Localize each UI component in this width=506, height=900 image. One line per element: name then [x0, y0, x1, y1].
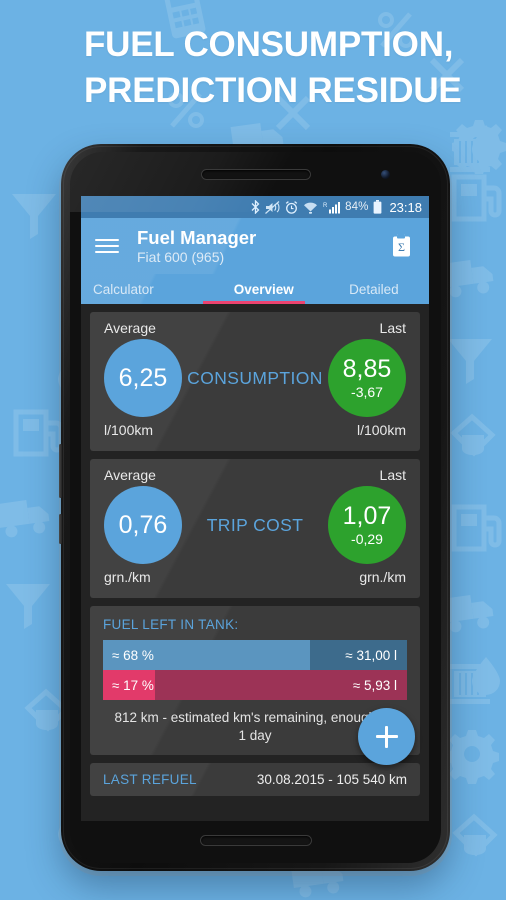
hamburger-menu-icon[interactable]: [95, 239, 119, 253]
consumption-average-bubble: 6,25: [104, 339, 182, 417]
tab-bar: Calculator Overview Detailed: [81, 274, 429, 304]
trip-cost-last-value: 1,07: [342, 502, 392, 530]
plus-icon: [375, 725, 398, 748]
trip-cost-last-unit: grn./km: [359, 569, 406, 585]
fuel-level-bar-primary: ≈ 68 % ≈ 31,00 l: [103, 640, 407, 670]
promo-banner: FUEL CONSUMPTION, PREDICTION RESIDUE R 8…: [0, 0, 506, 900]
status-bar-clock: 23:18: [389, 199, 422, 215]
app-bar: Fuel Manager Fiat 600 (965) Σ: [81, 218, 429, 274]
volume-muted-vibrate-icon: [265, 200, 280, 214]
consumption-average-label: Average: [104, 320, 156, 336]
trip-cost-title: TRIP COST: [206, 514, 304, 535]
svg-text:R: R: [323, 203, 328, 209]
status-bar: R 84% 23:18: [81, 196, 429, 218]
consumption-average-unit: l/100km: [104, 422, 154, 438]
fuel-level-bar-secondary: ≈ 17 % ≈ 5,93 l: [103, 670, 407, 700]
trip-cost-average-unit: grn./km: [104, 569, 151, 585]
trip-cost-units-row: grn./km grn./km: [104, 569, 406, 585]
volume-button[interactable]: [59, 444, 62, 498]
trip-cost-last-bubble: 1,07 -0,29: [328, 486, 406, 564]
consumption-units-row: l/100km l/100km: [104, 422, 406, 438]
bluetooth-icon: [251, 200, 260, 214]
earpiece-speaker: [200, 169, 311, 180]
promo-title: FUEL CONSUMPTION, PREDICTION RESIDUE: [84, 22, 484, 114]
tab-overview[interactable]: Overview: [209, 282, 319, 297]
phone-screen: R 84% 23:18 Fuel Manager Fiat 600 (965) …: [81, 196, 429, 821]
alarm-icon: [285, 200, 298, 214]
front-camera: [381, 170, 390, 179]
consumption-last-unit: l/100km: [356, 422, 406, 438]
trip-cost-values-row: 0,76 TRIP COST 1,07 -0,29: [104, 486, 406, 564]
last-refuel-label: LAST REFUEL: [103, 772, 197, 787]
svg-text:Σ: Σ: [398, 240, 405, 254]
consumption-last-delta: -3,67: [351, 384, 383, 400]
consumption-last-label: Last: [379, 320, 406, 336]
phone-mockup: R 84% 23:18 Fuel Manager Fiat 600 (965) …: [59, 144, 450, 871]
tab-detailed[interactable]: Detailed: [319, 282, 429, 297]
add-refuel-fab[interactable]: [358, 708, 415, 765]
trip-cost-last-delta: -0,29: [351, 531, 383, 547]
fuel-level-bar-primary-percent: ≈ 68 %: [112, 647, 154, 663]
fuel-left-heading: FUEL LEFT IN TANK:: [103, 617, 239, 632]
battery-icon: [373, 200, 382, 214]
wifi-icon: [303, 201, 318, 214]
app-title: Fuel Manager: [137, 226, 257, 248]
app-subtitle: Fiat 600 (965): [137, 248, 225, 265]
consumption-average-value: 6,25: [118, 363, 168, 392]
consumption-labels-row: Average Last: [104, 320, 406, 336]
statistics-clipboard-sigma-icon[interactable]: Σ: [385, 229, 419, 263]
consumption-values-row: 6,25 CONSUMPTION 8,85 -3,67: [104, 339, 406, 417]
promo-title-line-1: FUEL CONSUMPTION,: [84, 25, 454, 64]
consumption-card[interactable]: Average Last 6,25 CONSUMPTION 8,85 -3,67: [90, 312, 420, 451]
fuel-level-bar-primary-amount: ≈ 31,00 l: [345, 647, 397, 663]
app-bar-titles: Fuel Manager Fiat 600 (965): [137, 227, 385, 266]
cellular-signal-icon: R: [323, 201, 341, 214]
fuel-level-bar-secondary-percent: ≈ 17 %: [112, 677, 154, 693]
trip-cost-average-bubble: 0,76: [104, 486, 182, 564]
consumption-last-bubble: 8,85 -3,67: [328, 339, 406, 417]
consumption-last-value: 8,85: [342, 355, 392, 383]
promo-title-line-2: PREDICTION RESIDUE: [84, 71, 462, 110]
last-refuel-card[interactable]: LAST REFUEL 30.08.2015 - 105 540 km: [90, 763, 420, 796]
trip-cost-average-label: Average: [104, 467, 156, 483]
tab-calculator[interactable]: Calculator: [81, 282, 209, 297]
power-button[interactable]: [59, 514, 62, 544]
last-refuel-value: 30.08.2015 - 105 540 km: [256, 772, 407, 787]
overview-content: Average Last 6,25 CONSUMPTION 8,85 -3,67: [81, 304, 429, 821]
trip-cost-card[interactable]: Average Last 0,76 TRIP COST 1,07 -0,29 g…: [90, 459, 420, 598]
bottom-speaker: [199, 835, 312, 846]
trip-cost-last-label: Last: [379, 467, 406, 483]
consumption-title: CONSUMPTION: [187, 367, 323, 388]
trip-cost-average-value: 0,76: [118, 510, 168, 539]
trip-cost-labels-row: Average Last: [104, 467, 406, 483]
battery-percent-label: 84%: [345, 201, 369, 213]
fuel-level-bar-secondary-amount: ≈ 5,93 l: [352, 677, 397, 693]
